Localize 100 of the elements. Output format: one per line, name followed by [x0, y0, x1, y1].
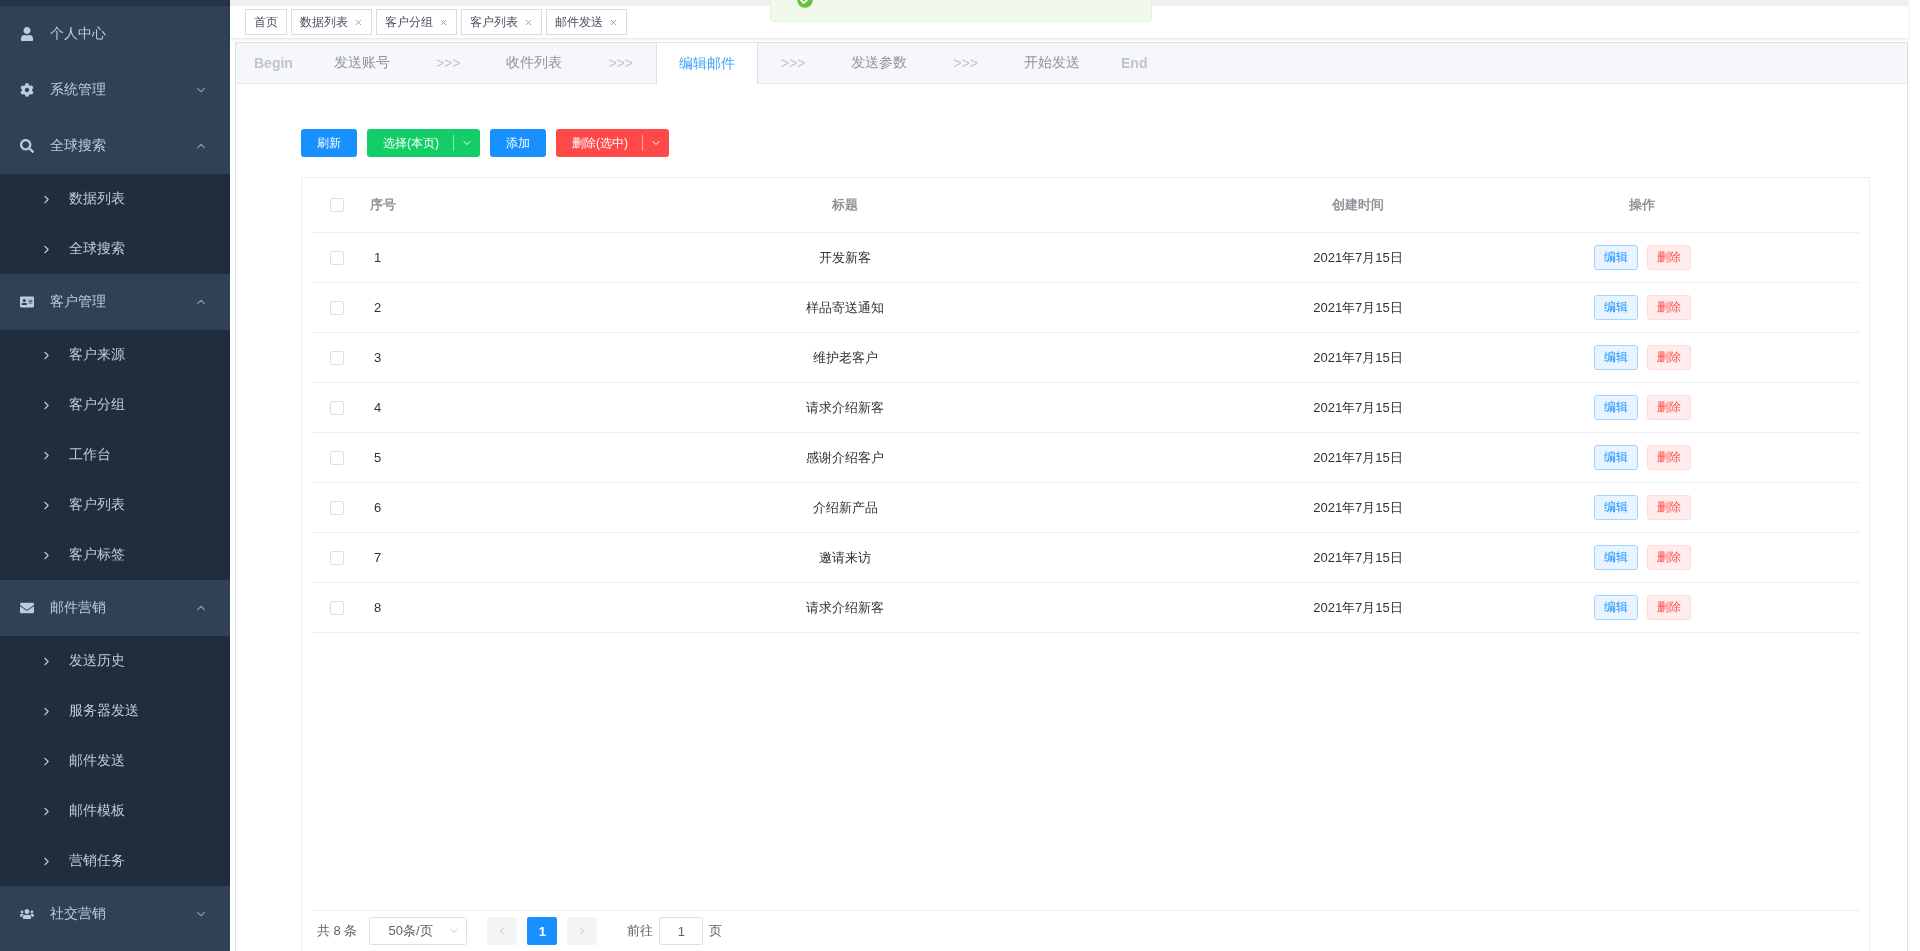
sidebar-subitem[interactable]: 客户分组 — [0, 380, 230, 430]
checkbox[interactable] — [330, 550, 344, 565]
checkbox[interactable] — [330, 500, 344, 515]
close-icon[interactable] — [524, 17, 533, 27]
page-tag[interactable]: 首页 — [245, 9, 287, 35]
user-icon — [20, 27, 34, 41]
table-cell-text: 3 — [373, 350, 382, 365]
table-cell: 开发新客 — [819, 248, 871, 267]
step-tab[interactable]: 开始发送 — [1001, 43, 1103, 83]
tag-label: 客户分组 — [385, 13, 433, 31]
table-cell: 感谢介绍客户 — [806, 448, 884, 467]
step-separator: >>> — [434, 54, 462, 73]
table-cell: 2021年7月15日 — [1313, 348, 1403, 367]
page-tag[interactable]: 客户分组 — [376, 9, 457, 35]
step-tab[interactable]: 发送参数 — [828, 43, 931, 83]
checkbox[interactable] — [330, 400, 344, 415]
table-cell: 请求介绍新客 — [806, 398, 884, 417]
delete-button[interactable]: 删除 — [1646, 445, 1691, 470]
checkbox[interactable] — [330, 600, 344, 615]
sidebar-subitem[interactable]: 邮件发送 — [0, 736, 230, 786]
table-cell: 2021年7月15日 — [1313, 448, 1403, 467]
sidebar-subitem[interactable]: 全球搜索 — [0, 224, 230, 274]
edit-button[interactable]: 编辑 — [1593, 445, 1638, 470]
total-count: 共 8 条 — [317, 922, 358, 940]
delete-button[interactable]: 删除 — [1646, 345, 1691, 370]
goto-label: 前往 — [627, 922, 654, 940]
toolbar-button[interactable]: 删除(选中) — [556, 129, 669, 157]
table-cell-text: 2 — [373, 300, 382, 315]
table-cell-text: 4 — [373, 400, 382, 415]
step-separator: >>> — [779, 54, 807, 73]
table-cell-text: 6 — [373, 500, 382, 515]
edit-button[interactable]: 编辑 — [1593, 295, 1638, 320]
close-icon[interactable] — [439, 17, 448, 27]
edit-button[interactable]: 编辑 — [1593, 395, 1638, 420]
page-tag[interactable]: 数据列表 — [291, 9, 372, 35]
envelope-icon — [20, 601, 34, 615]
checkbox[interactable] — [330, 450, 344, 465]
delete-button[interactable]: 删除 — [1646, 595, 1691, 620]
table-cell: 2021年7月15日 — [1313, 248, 1403, 267]
toolbar-button[interactable]: 选择(本页) — [367, 129, 480, 157]
table-cell: 介绍新产品 — [812, 498, 878, 517]
delete-button[interactable]: 删除 — [1646, 495, 1691, 520]
table-cell-text: 1 — [373, 250, 382, 265]
page-input[interactable]: 1 — [659, 917, 704, 945]
table-cell: 2021年7月15日 — [1313, 548, 1403, 567]
table-cell: 邀请来访 — [819, 548, 871, 567]
gear-icon — [20, 83, 34, 97]
tag-label: 客户列表 — [470, 13, 518, 31]
sidebar-subitem[interactable]: 客户来源 — [0, 330, 230, 380]
edit-button[interactable]: 编辑 — [1593, 545, 1638, 570]
close-icon[interactable] — [609, 17, 618, 27]
sidebar-subitem[interactable]: 发送历史 — [0, 636, 230, 686]
delete-button[interactable]: 删除 — [1646, 295, 1691, 320]
table-cell: 2021年7月15日 — [1313, 498, 1403, 517]
checkbox[interactable] — [330, 350, 344, 365]
tag-label: 邮件发送 — [555, 13, 603, 31]
page-size-select[interactable]: 50条/页 — [369, 917, 468, 945]
page-tag[interactable]: 邮件发送 — [546, 9, 627, 35]
sidebar-subitem[interactable]: 客户列表 — [0, 480, 230, 530]
step-tab[interactable]: 编辑邮件 — [655, 43, 758, 84]
tag-label: 数据列表 — [300, 13, 348, 31]
delete-button[interactable]: 删除 — [1646, 245, 1691, 270]
table-cell: 请求介绍新客 — [806, 598, 884, 617]
page-tag[interactable]: 客户列表 — [461, 9, 542, 35]
checkbox[interactable] — [330, 300, 344, 315]
users-icon — [20, 907, 34, 921]
toolbar-button[interactable]: 刷新 — [301, 129, 357, 157]
step-tab[interactable]: 收件列表 — [483, 43, 586, 83]
delete-button[interactable]: 删除 — [1646, 545, 1691, 570]
search-icon — [20, 139, 34, 153]
column-header: 序号 — [369, 196, 396, 214]
close-icon[interactable] — [354, 17, 363, 27]
edit-button[interactable]: 编辑 — [1593, 595, 1638, 620]
column-header: 创建时间 — [1332, 196, 1384, 214]
sidebar-subitem[interactable]: 工作台 — [0, 430, 230, 480]
step-separator: >>> — [952, 54, 979, 73]
table-cell: 维护老客户 — [812, 348, 878, 367]
sidebar-subitem[interactable]: 客户标签 — [0, 530, 230, 580]
edit-button[interactable]: 编辑 — [1593, 495, 1638, 520]
step-separator: >>> — [607, 54, 634, 73]
table-cell: 2021年7月15日 — [1313, 298, 1403, 317]
checkbox[interactable] — [330, 250, 344, 265]
contact-card-icon — [20, 295, 34, 309]
edit-button[interactable]: 编辑 — [1593, 345, 1638, 370]
sidebar-subitem[interactable]: 邮件模板 — [0, 786, 230, 836]
delete-button[interactable]: 删除 — [1646, 395, 1691, 420]
table-cell: 2021年7月15日 — [1313, 398, 1403, 417]
checkbox[interactable] — [330, 198, 344, 212]
toolbar-button[interactable]: 添加 — [490, 129, 546, 157]
table-cell-text: 8 — [373, 600, 382, 615]
column-header: 标题 — [832, 196, 858, 214]
edit-button[interactable]: 编辑 — [1593, 245, 1638, 270]
page-button[interactable]: 1 — [527, 917, 558, 945]
step-tab[interactable]: 发送账号 — [310, 43, 413, 83]
column-header: 操作 — [1629, 196, 1655, 214]
table-cell-text: 7 — [373, 550, 382, 565]
table-cell-text: 5 — [373, 450, 382, 465]
sidebar-subitem[interactable]: 营销任务 — [0, 836, 230, 886]
sidebar-subitem[interactable]: 服务器发送 — [0, 686, 230, 736]
sidebar-subitem[interactable]: 数据列表 — [0, 174, 230, 224]
